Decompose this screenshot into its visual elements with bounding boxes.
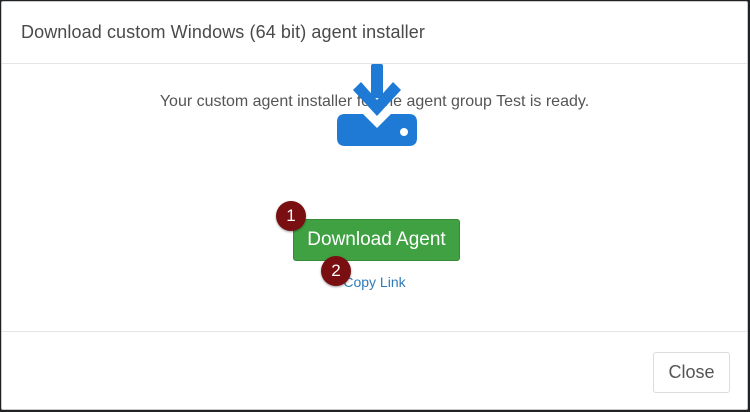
copy-link[interactable]: Copy Link — [2, 274, 747, 290]
annotation-badge-2: 2 — [321, 256, 351, 286]
dialog-header: Download custom Windows (64 bit) agent i… — [2, 2, 747, 64]
dialog-title: Download custom Windows (64 bit) agent i… — [21, 22, 425, 42]
annotation-badge-1: 1 — [276, 201, 306, 231]
dialog-footer: Close — [2, 331, 747, 409]
download-agent-button[interactable]: Download Agent — [293, 219, 460, 261]
download-agent-dialog: Download custom Windows (64 bit) agent i… — [1, 1, 748, 410]
close-button[interactable]: Close — [653, 352, 730, 393]
download-to-drive-icon — [337, 64, 417, 146]
